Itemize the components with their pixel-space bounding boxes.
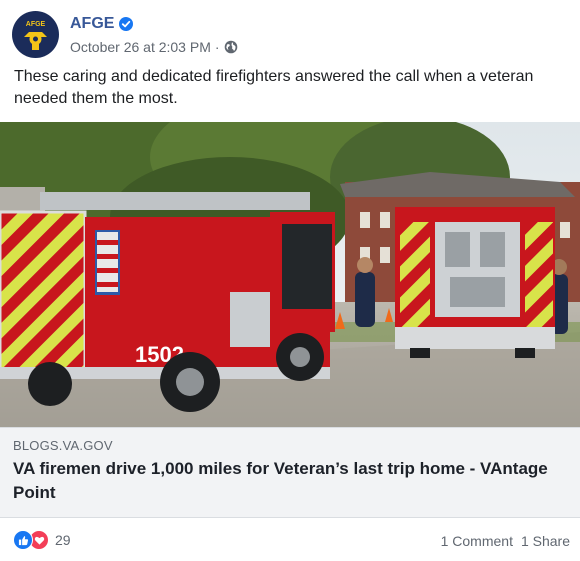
post-header: AFGE AFGE October 26 at 2:03 PM · <box>12 9 238 59</box>
reaction-count: 29 <box>55 532 71 548</box>
link-preview[interactable]: BLOGS.VA.GOV VA firemen drive 1,000 mile… <box>0 427 580 517</box>
post-timestamp-link[interactable]: October 26 at 2:03 PM <box>70 39 211 55</box>
link-domain: BLOGS.VA.GOV <box>13 438 113 453</box>
comments-link[interactable]: 1 Comment <box>441 533 513 549</box>
post-meta: AFGE October 26 at 2:03 PM · <box>70 13 238 55</box>
facebook-post: AFGE AFGE October 26 at 2:03 PM · These … <box>0 0 580 561</box>
reactions-summary[interactable]: 29 <box>13 530 71 550</box>
meta-separator: · <box>214 39 220 55</box>
page-avatar[interactable]: AFGE <box>12 10 59 58</box>
post-footer: 29 1 Comment 1 Share <box>0 517 580 561</box>
verified-badge-icon <box>119 17 134 31</box>
page-name-link[interactable]: AFGE <box>70 15 114 33</box>
like-reaction-icon <box>13 530 33 550</box>
post-text: These caring and dedicated firefighters … <box>14 68 534 107</box>
fire-truck-photo[interactable]: 1502 <box>0 122 580 427</box>
shares-link[interactable]: 1 Share <box>521 533 570 549</box>
avatar-logo-text: AFGE <box>26 21 46 28</box>
globe-icon[interactable] <box>224 40 238 54</box>
engagement-stats: 1 Comment 1 Share <box>441 533 570 549</box>
afge-logo-icon: AFGE <box>13 12 58 56</box>
link-title[interactable]: VA firemen drive 1,000 miles for Veteran… <box>13 457 558 505</box>
